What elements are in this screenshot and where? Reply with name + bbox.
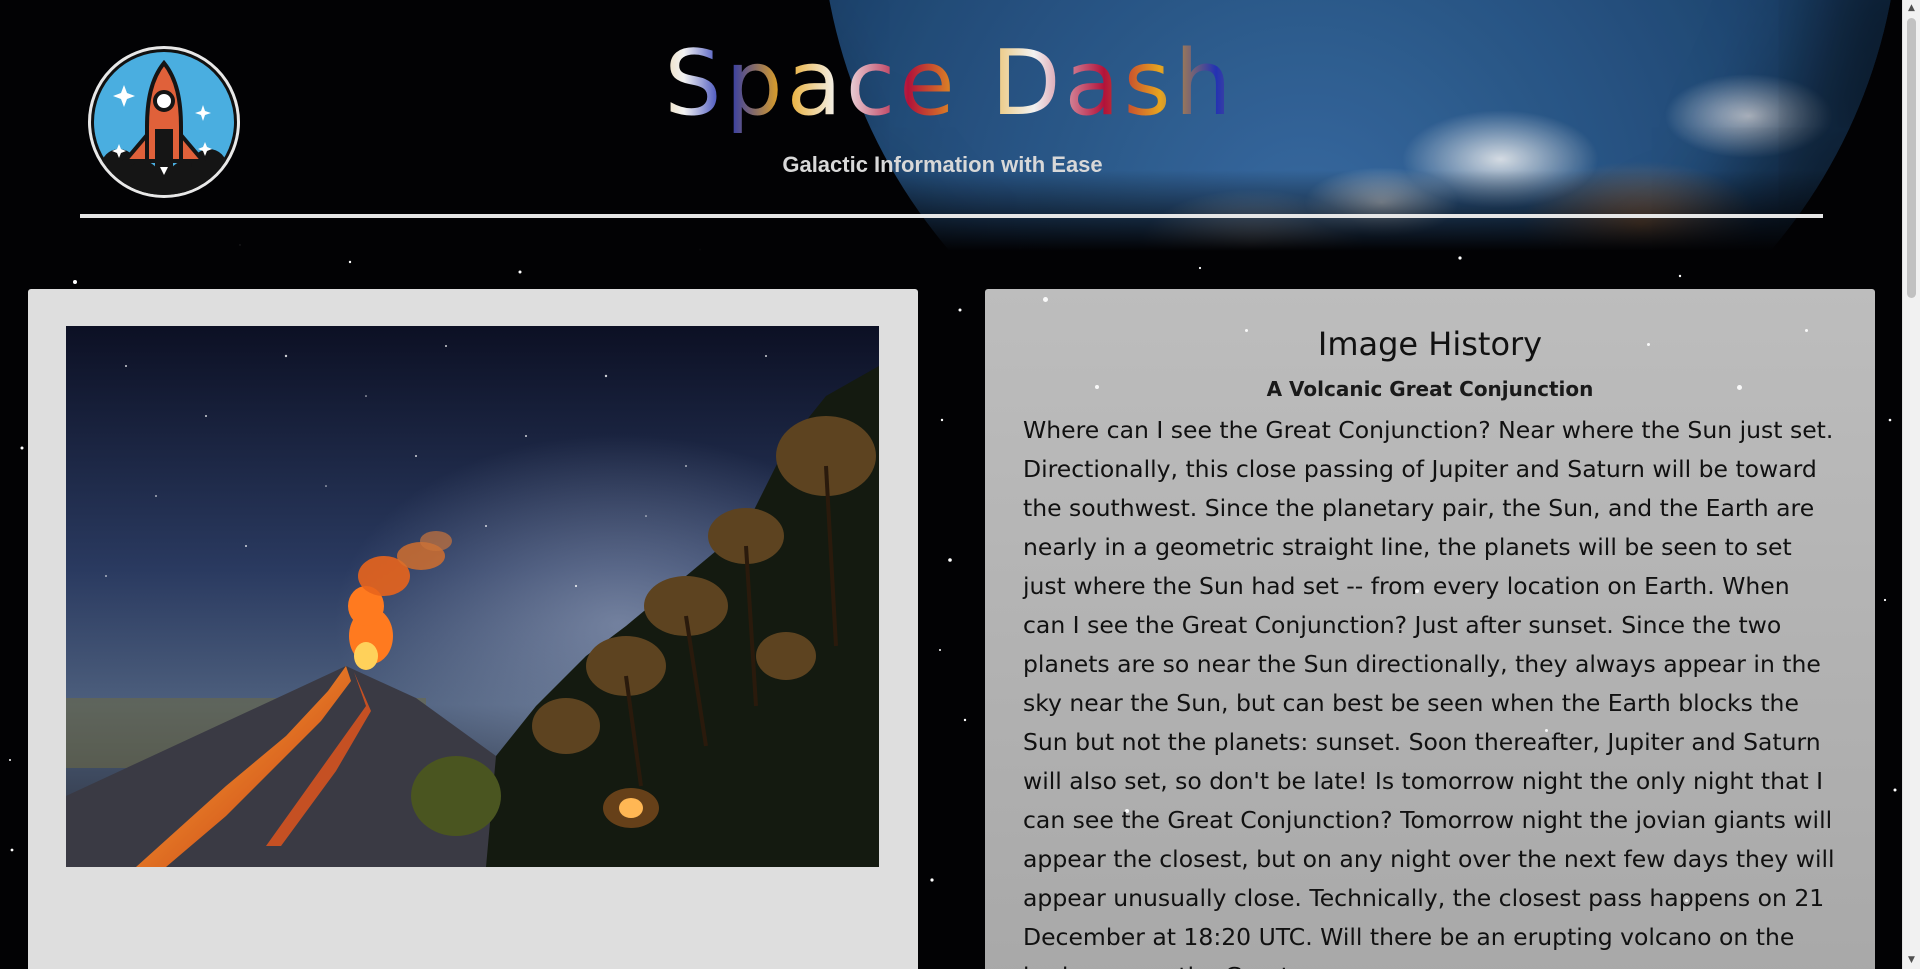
image-description: Where can I see the Great Conjunction? N… [1023, 416, 1835, 969]
site-tagline: Galactic Information with Ease [782, 152, 1103, 177]
header-divider [80, 214, 1823, 218]
page: Space Dash Galactic Information with Eas… [0, 0, 1920, 969]
site-header: Space Dash Galactic Information with Eas… [0, 0, 1902, 255]
scroll-up-arrow-icon[interactable]: ▲ [1903, 0, 1920, 17]
scroll-down-arrow-icon[interactable]: ▼ [1903, 952, 1920, 969]
image-history-heading: Image History [1317, 325, 1543, 363]
page-scrollbar[interactable]: ▲ ▼ [1902, 0, 1920, 969]
apod-volcano-image[interactable] [66, 326, 879, 867]
image-title: A Volcanic Great Conjunction [1266, 377, 1594, 401]
scrollbar-thumb[interactable] [1907, 18, 1916, 298]
image-history-panel: Image History A Volcanic Great Conjuncti… [985, 289, 1875, 969]
site-title: Space Dash [600, 34, 1300, 133]
site-logo[interactable] [88, 46, 240, 198]
rocket-icon [94, 52, 234, 195]
image-panel [28, 289, 918, 969]
